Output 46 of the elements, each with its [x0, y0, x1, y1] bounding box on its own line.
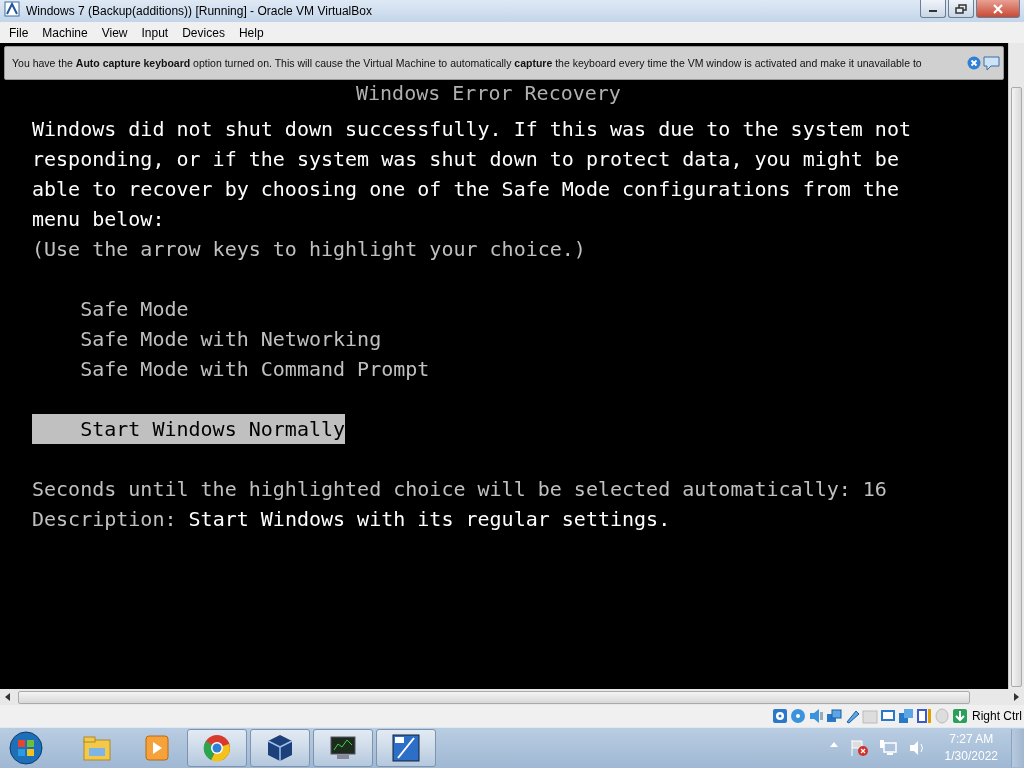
flag-icon[interactable] — [848, 738, 869, 758]
countdown-text: Seconds until the highlighted choice will be selected automatically: 16 — [32, 476, 888, 503]
start-button[interactable] — [6, 730, 46, 766]
recording-icon[interactable] — [916, 708, 932, 724]
menu-option[interactable]: Safe Mode with Command Prompt — [32, 354, 430, 384]
host-key-icon[interactable] — [952, 708, 968, 724]
virtualbox-icon — [4, 1, 20, 17]
hint-text: (Use the arrow keys to highlight your choice.) — [32, 236, 587, 263]
host-key-label: Right Ctrl — [972, 709, 1022, 723]
maximize-button[interactable] — [948, 0, 974, 18]
browser-icon — [201, 732, 233, 764]
minimize-button[interactable] — [920, 0, 946, 18]
description-label: Description: — [32, 507, 177, 531]
menu-option[interactable]: Safe Mode with Networking — [32, 324, 382, 354]
error-message: Windows did not shut down successfully. If this was due to the system not responding, or if the system was shut down to protect data, you might be able to recover by choosing one of the Safe Mode configurations from the menu below: — [32, 116, 911, 233]
display-icon[interactable] — [880, 708, 896, 724]
scroll-right-icon[interactable] — [1013, 693, 1019, 701]
speech-bubble-icon[interactable] — [983, 55, 1001, 71]
close-icon — [992, 3, 1004, 14]
close-icon[interactable] — [967, 56, 981, 70]
window-title: Windows 7 (Backup(additions)) [Running] - Oracle VM VirtualBox — [26, 4, 373, 18]
menu-option[interactable]: Safe Mode — [32, 294, 189, 324]
windows-icon[interactable] — [898, 708, 914, 724]
menu-item[interactable]: Devices — [175, 25, 232, 40]
description-text: Start Windows with its regular settings. — [188, 507, 671, 531]
menu-item[interactable]: Input — [134, 25, 176, 40]
taskbar-button[interactable] — [313, 729, 373, 767]
horizontal-scrollbar[interactable] — [0, 689, 1024, 705]
scroll-left-icon[interactable] — [5, 693, 11, 701]
network-icon[interactable] — [826, 708, 842, 724]
notification-text: You have the Auto capture keyboard option turned on. This will cause the Virtual Machine to automatically capture the keyboard every time the VM window is activated and make it unavailable to — [12, 57, 923, 69]
speaker-icon[interactable] — [808, 708, 824, 724]
menu-item[interactable]: File — [2, 25, 36, 40]
vertical-scrollbar[interactable] — [1008, 43, 1024, 689]
usb-icon[interactable] — [844, 708, 860, 724]
menu-item[interactable]: View — [94, 25, 135, 40]
optical-disc-icon[interactable] — [790, 708, 806, 724]
selected-menu-option[interactable]: Start Windows Normally — [32, 414, 346, 444]
close-button[interactable] — [976, 0, 1020, 18]
taskbar-button[interactable] — [250, 729, 310, 767]
taskbar-button[interactable] — [376, 729, 436, 767]
menu-item[interactable]: Help — [231, 25, 271, 40]
restore-icon — [955, 3, 967, 14]
menu-item[interactable]: Machine — [35, 25, 95, 40]
screen-title: Windows Error Recovery — [355, 82, 622, 104]
virtual-machine-icon — [390, 732, 422, 764]
